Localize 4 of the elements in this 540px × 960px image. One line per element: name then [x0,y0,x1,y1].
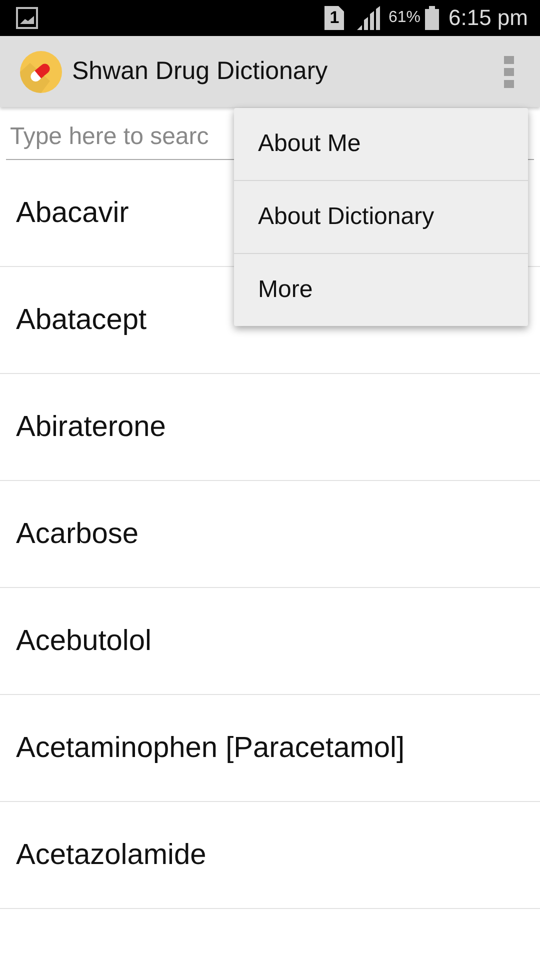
app-title: Shwan Drug Dictionary [72,57,329,86]
battery-percent: 61% [388,9,420,27]
sim-slot-icon: 1 [324,6,344,30]
clock-time: 6:15 pm [448,5,528,31]
